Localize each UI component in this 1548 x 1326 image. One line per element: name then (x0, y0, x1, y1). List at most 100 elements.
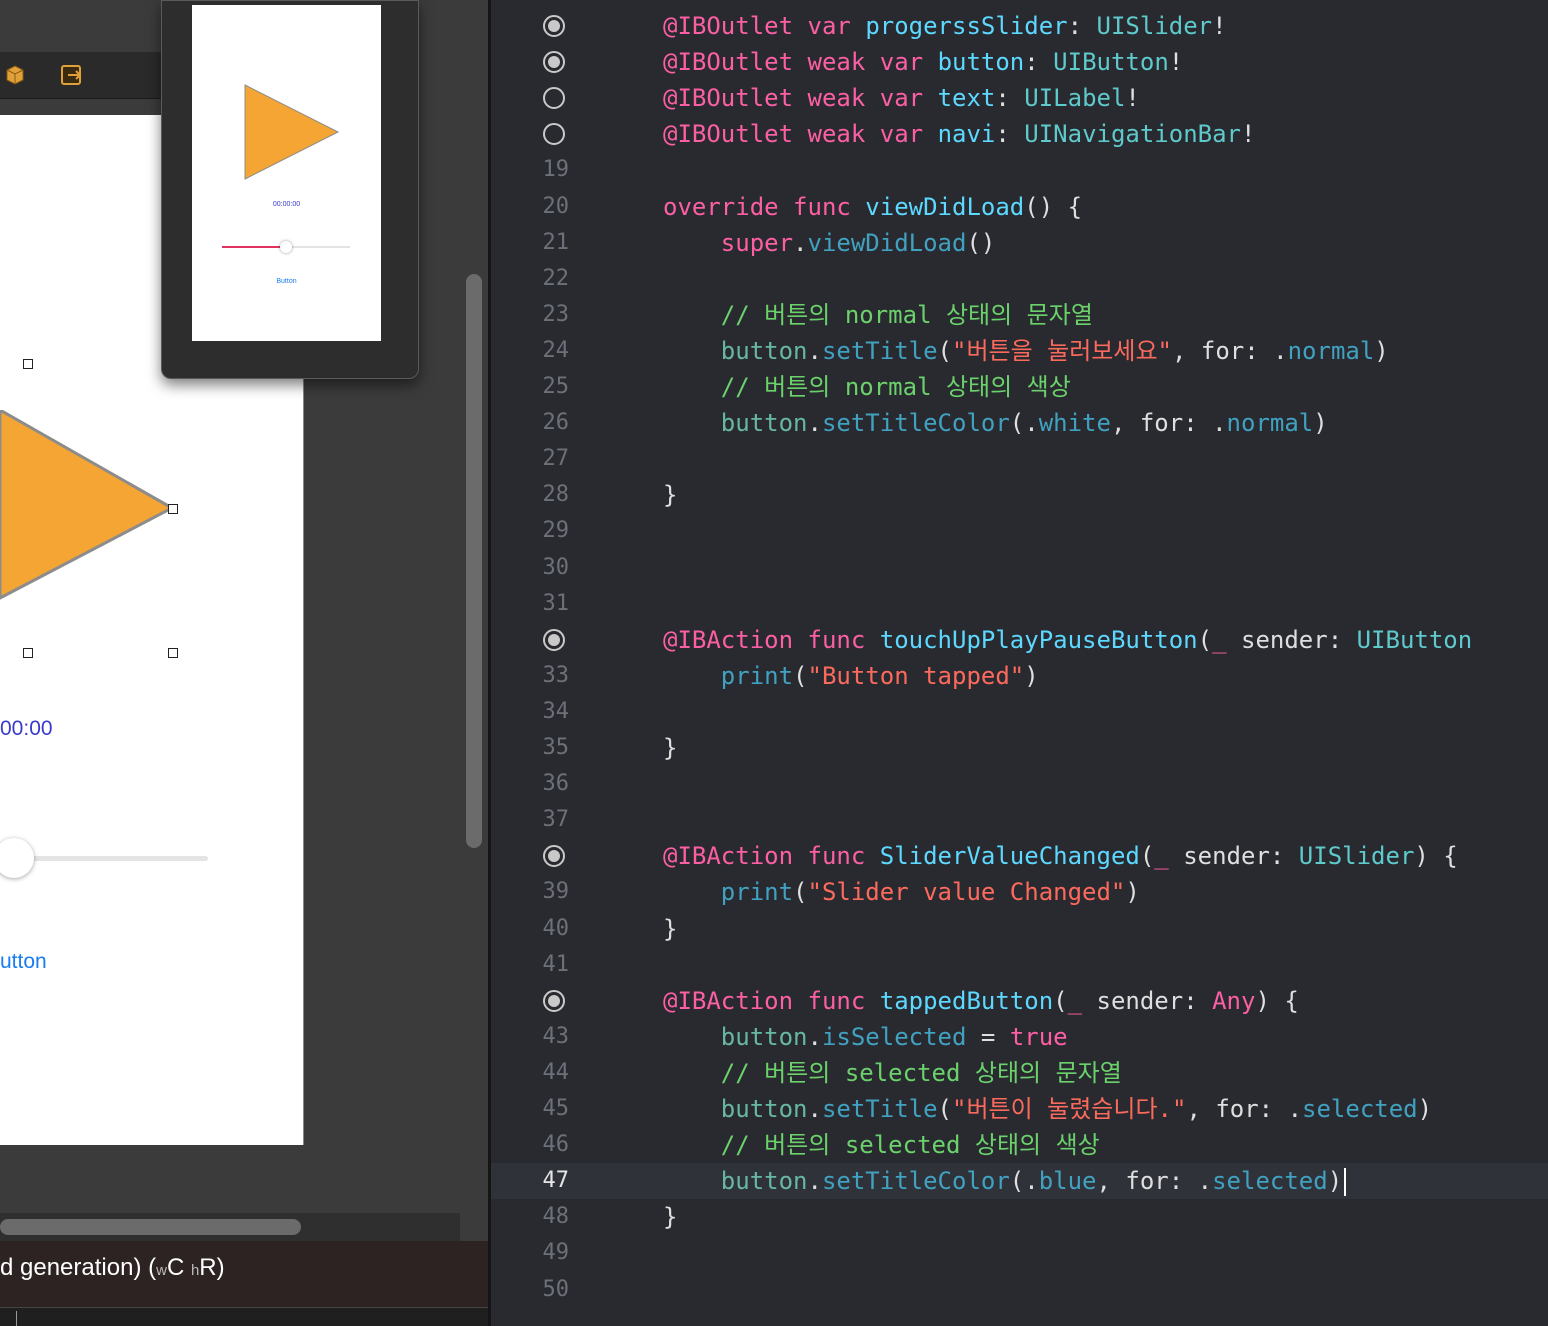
code-line[interactable]: @IBOutlet weak var text: UILabel! (491, 80, 1548, 116)
code-token: button (720, 409, 808, 438)
connection-indicator-icon[interactable] (543, 989, 565, 1012)
code-text: @IBAction func tappedButton(_ sender: An… (663, 983, 1299, 1019)
device-config-label[interactable]: d generation) (wC hR) (0, 1254, 225, 1282)
exit-icon[interactable] (60, 64, 82, 86)
code-token: } (663, 914, 678, 943)
code-line[interactable]: 26 button.setTitleColor(.white, for: .no… (491, 405, 1548, 441)
code-line[interactable]: @IBOutlet var progerssSlider: UISlider! (491, 8, 1548, 44)
code-line[interactable]: @IBAction func tappedButton(_ sender: An… (491, 983, 1548, 1019)
code-line[interactable]: 22 (491, 261, 1548, 297)
connection-indicator-icon[interactable] (543, 15, 565, 37)
line-number: 44 (542, 1059, 570, 1085)
line-number: 22 (542, 265, 570, 291)
code-line[interactable]: @IBAction func SliderValueChanged(_ send… (491, 838, 1548, 874)
time-label[interactable]: 00:00 (0, 717, 53, 741)
code-line[interactable]: 46 // 버튼의 selected 상태의 색상 (491, 1127, 1548, 1163)
code-token: @IBAction (663, 625, 794, 654)
code-token: () (966, 228, 996, 257)
resize-handle[interactable] (168, 504, 178, 514)
code-line[interactable]: 47 button.setTitleColor(.blue, for: .sel… (491, 1163, 1548, 1200)
connection-indicator-icon[interactable] (543, 87, 565, 110)
line-number: 25 (542, 374, 570, 399)
code-line[interactable] (491, 1308, 1548, 1326)
line-number: 31 (542, 590, 570, 616)
code-token: print (720, 661, 794, 690)
code-line[interactable]: 35} (491, 730, 1548, 766)
scene-toolbar (0, 52, 165, 99)
connection-indicator-icon[interactable] (543, 628, 565, 651)
line-number: 34 (542, 698, 570, 724)
code-line[interactable]: 41 (491, 947, 1548, 983)
code-token: ) (1327, 1167, 1343, 1196)
mini-play-triangle-shape (244, 84, 340, 180)
code-token: } (663, 1203, 678, 1232)
line-number: 29 (542, 518, 570, 544)
resize-handle[interactable] (23, 648, 33, 658)
code-token: var (879, 48, 924, 77)
code-token: UINavigationBar (1024, 120, 1242, 149)
code-line[interactable]: 43 button.isSelected = true (491, 1019, 1548, 1055)
play-triangle-image[interactable] (0, 410, 190, 610)
code-line[interactable]: 30 (491, 550, 1548, 586)
code-line[interactable]: 49 (491, 1235, 1548, 1271)
horizontal-scrollbar[interactable] (0, 1219, 301, 1235)
code-line[interactable]: 50 (491, 1272, 1548, 1308)
code-line[interactable]: 48} (491, 1199, 1548, 1235)
code-line[interactable]: 31 (491, 586, 1548, 622)
code-line[interactable]: 21 super.viewDidLoad() (491, 225, 1548, 261)
cube-icon[interactable] (4, 64, 26, 86)
connection-indicator-icon[interactable] (543, 123, 565, 146)
code-line[interactable]: 27 (491, 441, 1548, 477)
code-token: . (793, 228, 808, 257)
code-line[interactable]: 39 print("Slider value Changed") (491, 874, 1548, 910)
code-line[interactable]: 45 button.setTitle("버튼이 눌렸습니다.", for: .s… (491, 1091, 1548, 1127)
connection-indicator-icon[interactable] (543, 845, 565, 868)
code-line[interactable]: 20 override func viewDidLoad() { (491, 189, 1548, 225)
code-token: . (807, 1095, 822, 1123)
connection-indicator-icon[interactable] (543, 51, 565, 74)
vertical-scrollbar[interactable] (466, 274, 482, 848)
code-line[interactable]: 24 button.setTitle("버튼을 눌러보세요", for: .no… (491, 333, 1548, 369)
code-token: _ (1067, 986, 1083, 1015)
code-token: isSelected (821, 1022, 967, 1051)
code-editor[interactable]: @IBOutlet var progerssSlider: UISlider! @… (491, 0, 1548, 1326)
code-line[interactable]: 37 (491, 802, 1548, 838)
line-number: 21 (542, 229, 570, 255)
code-line[interactable]: 19 (491, 152, 1548, 188)
code-token: selected (1212, 1167, 1328, 1196)
code-line[interactable]: 28} (491, 477, 1548, 513)
interface-builder-canvas: 00:00 utton 00:00:00 Button d generation… (0, 0, 490, 1326)
code-line[interactable]: 25 // 버튼의 normal 상태의 색상 (491, 369, 1548, 405)
code-token: sender: (1226, 625, 1357, 654)
code-text: button.setTitleColor(.white, for: .norma… (663, 405, 1328, 441)
code-line[interactable]: 40} (491, 911, 1548, 947)
scene-minimap[interactable]: 00:00:00 Button (161, 0, 419, 379)
code-line[interactable]: 44 // 버튼의 selected 상태의 문자열 (491, 1055, 1548, 1091)
code-line[interactable]: 34 (491, 694, 1548, 730)
code-line[interactable]: 23 // 버튼의 normal 상태의 문자열 (491, 297, 1548, 333)
bottom-bar-divider (16, 1311, 17, 1326)
code-token: SliderValueChanged (879, 842, 1140, 871)
resize-handle[interactable] (168, 648, 178, 658)
play-button-label[interactable]: utton (0, 950, 47, 974)
code-line[interactable]: 33 print("Button tapped") (491, 658, 1548, 694)
code-line[interactable]: @IBOutlet weak var button: UIButton! (491, 44, 1548, 80)
code-line[interactable]: 29 (491, 513, 1548, 549)
code-token: (. (1009, 409, 1039, 438)
code-token: viewDidLoad (865, 192, 1025, 221)
code-token: setTitleColor (821, 1167, 1010, 1196)
code-text: button.isSelected = true (663, 1019, 1068, 1055)
resize-handle[interactable] (23, 359, 33, 369)
code-token: ! (1241, 120, 1256, 149)
code-line[interactable]: 36 (491, 766, 1548, 802)
code-line[interactable]: @IBOutlet weak var navi: UINavigationBar… (491, 116, 1548, 152)
code-text: @IBOutlet weak var text: UILabel! (663, 80, 1140, 116)
mini-button-label: Button (276, 278, 297, 285)
code-token: (. (1009, 1167, 1039, 1196)
code-line[interactable]: @IBAction func touchUpPlayPauseButton(_ … (491, 622, 1548, 658)
